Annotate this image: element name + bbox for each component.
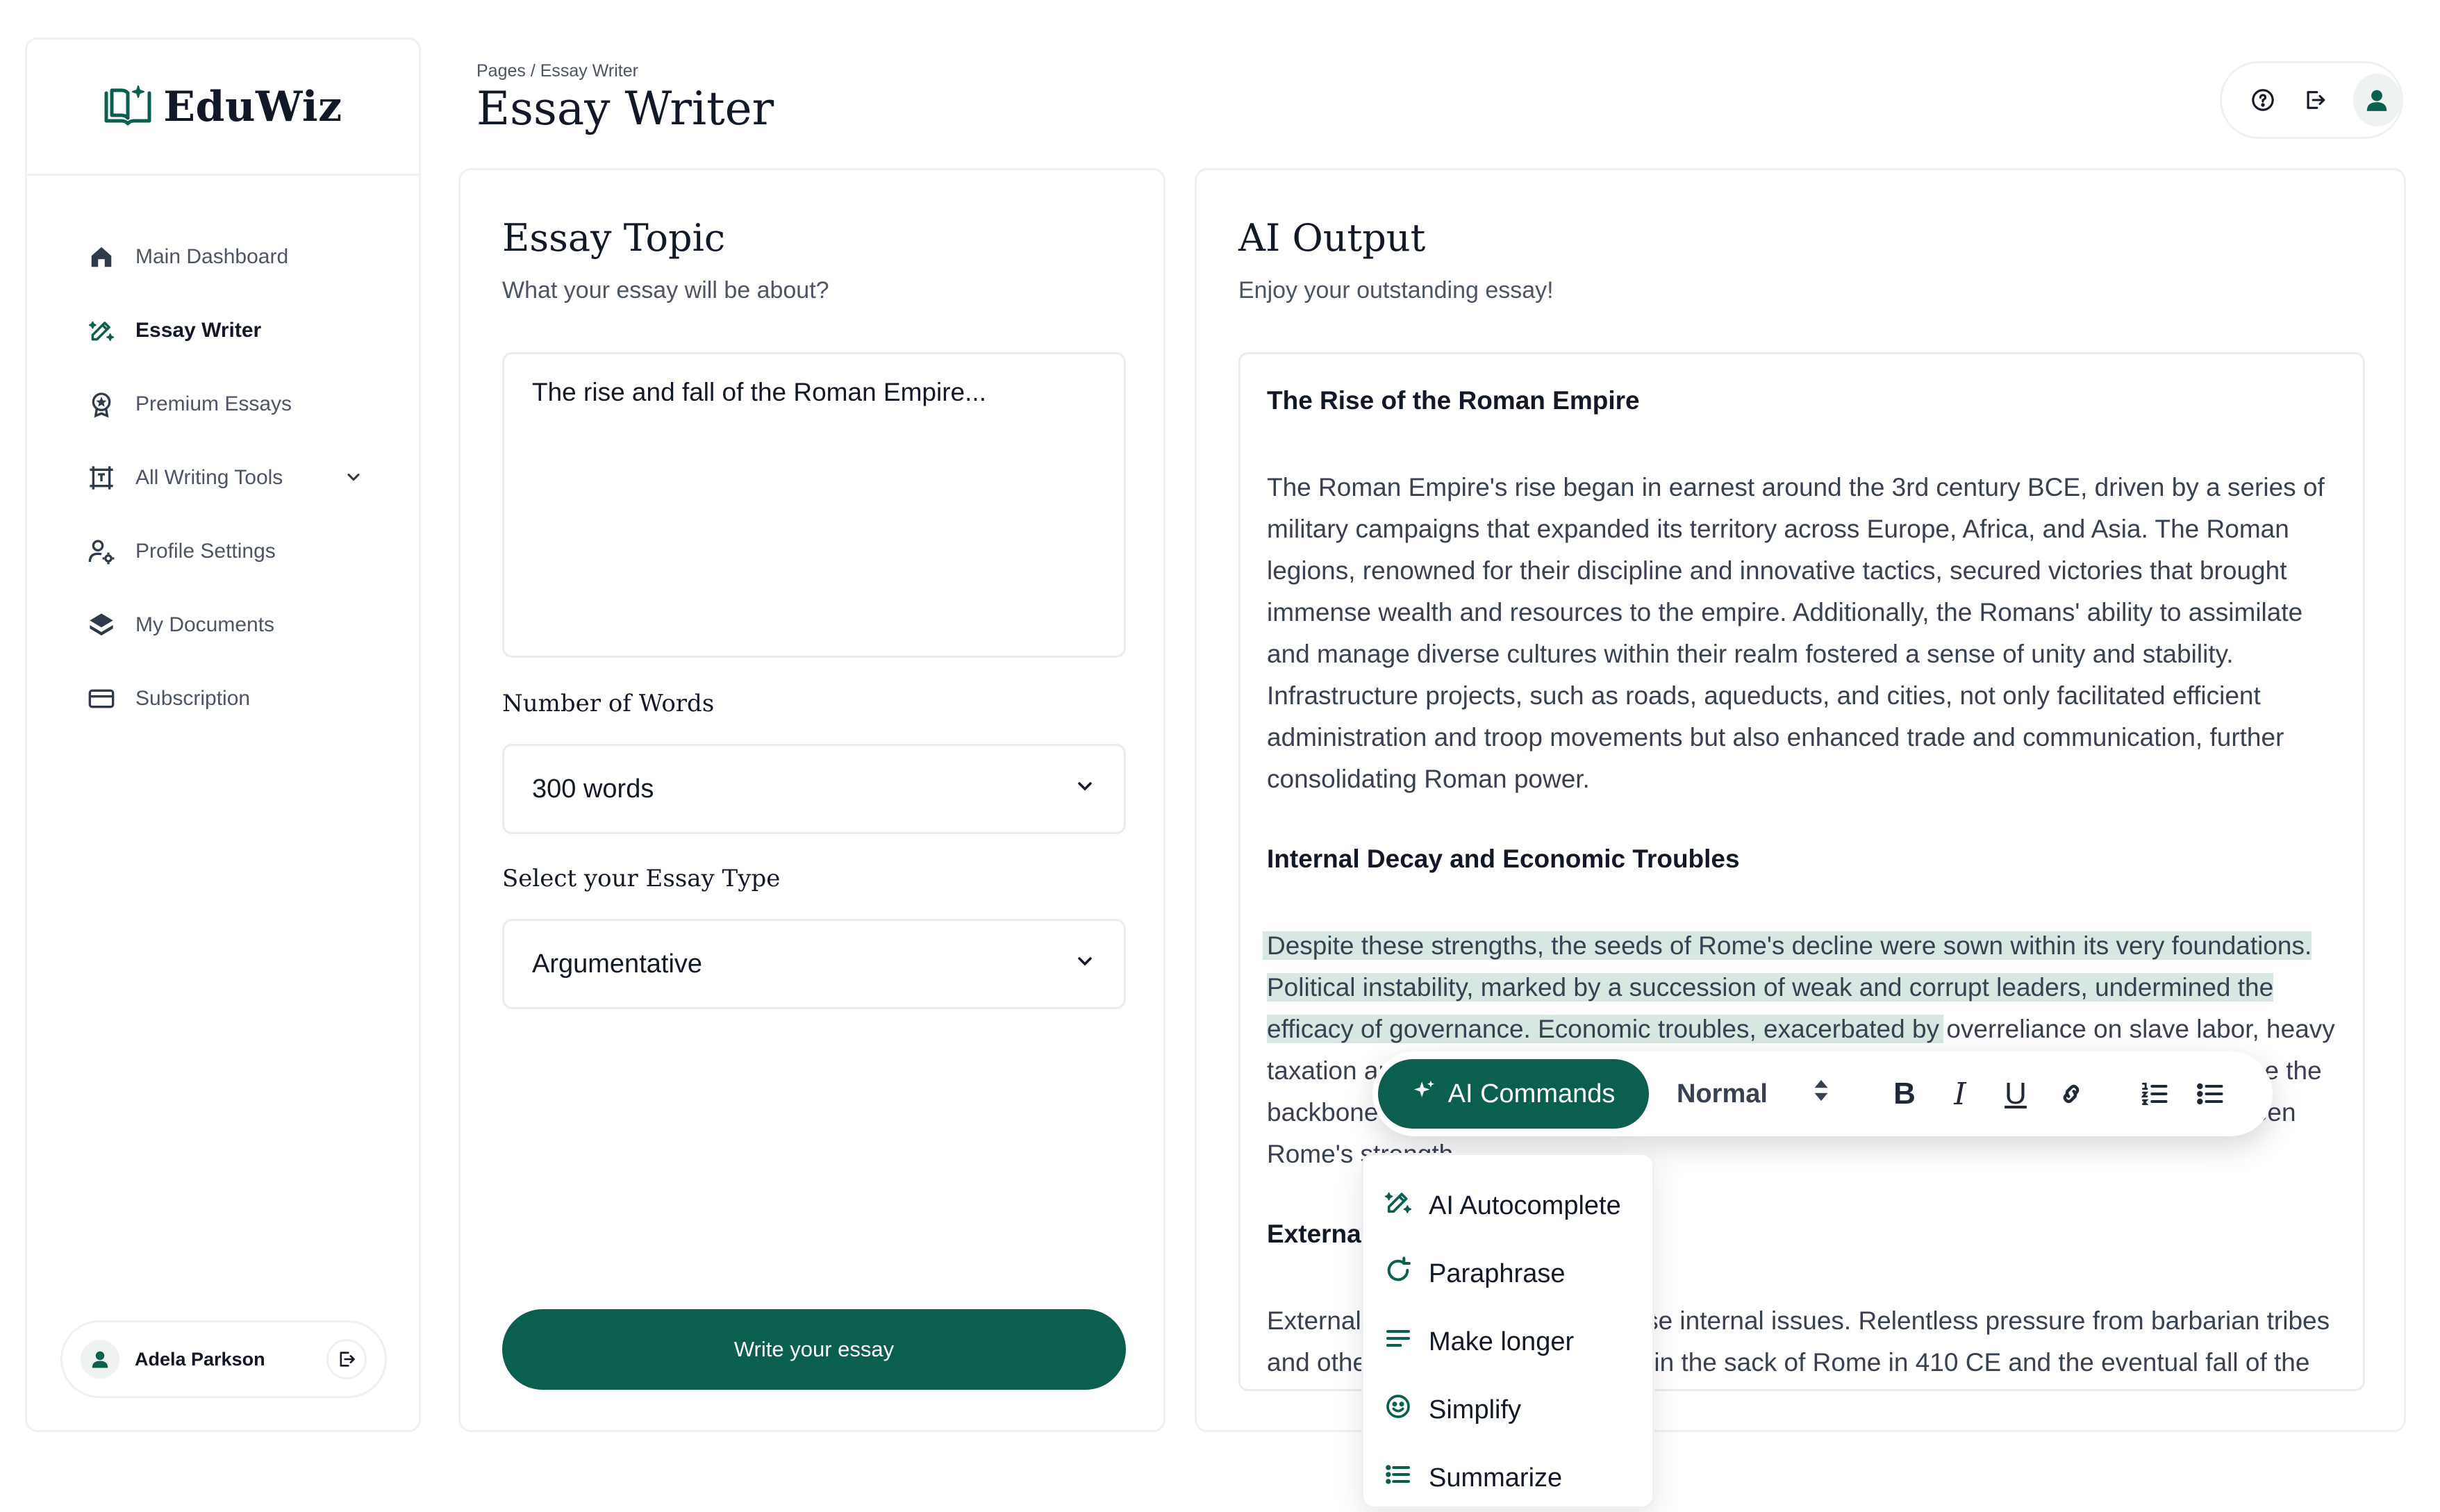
card-icon [85, 683, 117, 715]
bold-button[interactable]: B [1885, 1074, 1924, 1113]
sidebar-item-label: Subscription [135, 687, 251, 710]
words-label: Number of Words [502, 690, 715, 717]
ai-commands-button[interactable]: AI Commands [1378, 1059, 1649, 1129]
text-style-value: Normal [1677, 1079, 1768, 1108]
link-button[interactable] [2052, 1074, 2091, 1113]
link-icon [2063, 1084, 2080, 1104]
italic-button[interactable]: I [1941, 1074, 1980, 1113]
essay-heading: Internal Decay and Economic Troubles [1267, 845, 1740, 873]
sidebar-item-all-writing-tools[interactable]: All Writing Tools [27, 441, 419, 515]
sidebar-item-label: Profile Settings [135, 540, 276, 563]
sidebar: EduWiz Main Dashboard Essay Writer Premi… [25, 38, 421, 1432]
user-name: Adela Parkson [135, 1348, 265, 1370]
header-actions [2220, 61, 2403, 139]
smile-icon [1384, 1393, 1412, 1427]
layers-icon [85, 609, 117, 641]
menu-item-label: Summarize [1429, 1463, 1563, 1493]
menu-item-make-longer[interactable]: Make longer [1363, 1308, 1652, 1376]
words-select-value: 300 words [532, 774, 654, 804]
sidebar-item-profile-settings[interactable]: Profile Settings [27, 515, 419, 588]
menu-item-label: Make longer [1429, 1327, 1575, 1356]
refresh-icon [1384, 1256, 1412, 1291]
sidebar-item-label: Essay Writer [135, 319, 262, 342]
panel-title: Essay Topic [502, 216, 726, 260]
page-title: Essay Writer [476, 82, 774, 135]
logout-icon [2307, 91, 2325, 109]
menu-item-label: AI Autocomplete [1429, 1190, 1621, 1220]
ordered-list-icon [2141, 1082, 2168, 1106]
sidebar-item-main-dashboard[interactable]: Main Dashboard [27, 220, 419, 294]
panel-subtitle: Enjoy your outstanding essay! [1238, 277, 1554, 304]
menu-item-paraphrase[interactable]: Paraphrase [1363, 1240, 1652, 1308]
essay-paragraph: Despite these strengths, the seeds of Ro… [1267, 925, 2350, 1175]
menu-item-summarize[interactable]: Summarize [1363, 1444, 1652, 1512]
user-card: Adela Parkson [60, 1320, 387, 1398]
logo[interactable]: EduWiz [27, 40, 419, 176]
write-essay-button[interactable]: Write your essay [502, 1309, 1126, 1390]
underline-button[interactable]: U [1996, 1074, 2035, 1113]
menu-item-label: Simplify [1429, 1395, 1522, 1424]
help-button[interactable] [2247, 83, 2278, 117]
sidebar-item-label: My Documents [135, 613, 275, 636]
sparkle-icon [1412, 1079, 1436, 1109]
chevron-down-icon [1074, 774, 1096, 804]
breadcrumb[interactable]: Pages / Essay Writer [476, 61, 638, 81]
topic-textarea[interactable]: The rise and fall of the Roman Empire... [502, 352, 1126, 658]
essay-type-select[interactable]: Argumentative [502, 919, 1126, 1009]
avatar[interactable] [81, 1340, 119, 1379]
bullet-list-icon [2197, 1083, 2223, 1105]
panel-title: AI Output [1238, 216, 1426, 260]
pen-sparkle-icon [1384, 1188, 1412, 1223]
panel-subtitle: What your essay will be about? [502, 277, 829, 304]
essay-heading: The Rise of the Roman Empire [1267, 386, 1640, 415]
ai-commands-label: AI Commands [1447, 1079, 1616, 1108]
essay-type-label: Select your Essay Type [502, 865, 781, 892]
essay-type-select-value: Argumentative [532, 949, 703, 979]
formatting-toolbar: AI Commands Normal B I U [1372, 1052, 2273, 1136]
pen-sparkle-icon [85, 315, 117, 347]
frame-icon [85, 462, 117, 494]
book-sparkle-icon [103, 83, 152, 130]
menu-item-label: Paraphrase [1429, 1258, 1566, 1288]
app-name: EduWiz [163, 82, 342, 131]
chevron-down-icon [1074, 949, 1096, 979]
award-icon [85, 388, 117, 420]
help-icon [2251, 89, 2274, 111]
logout-button[interactable] [2299, 83, 2330, 117]
text-style-select[interactable]: Normal [1677, 1079, 1829, 1109]
list-icon [1384, 1461, 1412, 1495]
sidebar-item-label: Main Dashboard [135, 245, 289, 268]
logout-button[interactable] [326, 1339, 367, 1379]
logout-icon [340, 1352, 355, 1367]
essay-topic-panel: Essay Topic What your essay will be abou… [458, 168, 1165, 1432]
avatar[interactable] [2352, 74, 2401, 126]
ai-commands-menu: AI Autocomplete Paraphrase Make longer S… [1361, 1153, 1654, 1509]
sidebar-item-my-documents[interactable]: My Documents [27, 588, 419, 662]
sidebar-nav: Main Dashboard Essay Writer Premium Essa… [27, 176, 419, 736]
words-select[interactable]: 300 words [502, 744, 1126, 834]
home-icon [85, 241, 117, 273]
ordered-list-button[interactable] [2135, 1074, 2174, 1113]
sidebar-item-premium-essays[interactable]: Premium Essays [27, 367, 419, 441]
sidebar-item-essay-writer[interactable]: Essay Writer [27, 294, 419, 367]
menu-item-simplify[interactable]: Simplify [1363, 1376, 1652, 1444]
chevron-down-icon[interactable] [344, 467, 363, 492]
sidebar-item-label: All Writing Tools [135, 466, 283, 489]
lines-icon [1384, 1324, 1412, 1359]
sort-arrows-icon [1813, 1079, 1829, 1109]
sidebar-item-subscription[interactable]: Subscription [27, 662, 419, 736]
sidebar-item-label: Premium Essays [135, 392, 292, 415]
user-gear-icon [85, 535, 117, 567]
menu-item-ai-autocomplete[interactable]: AI Autocomplete [1363, 1172, 1652, 1240]
bullet-list-button[interactable] [2191, 1074, 2230, 1113]
essay-paragraph: The Roman Empire's rise began in earnest… [1267, 473, 2325, 793]
